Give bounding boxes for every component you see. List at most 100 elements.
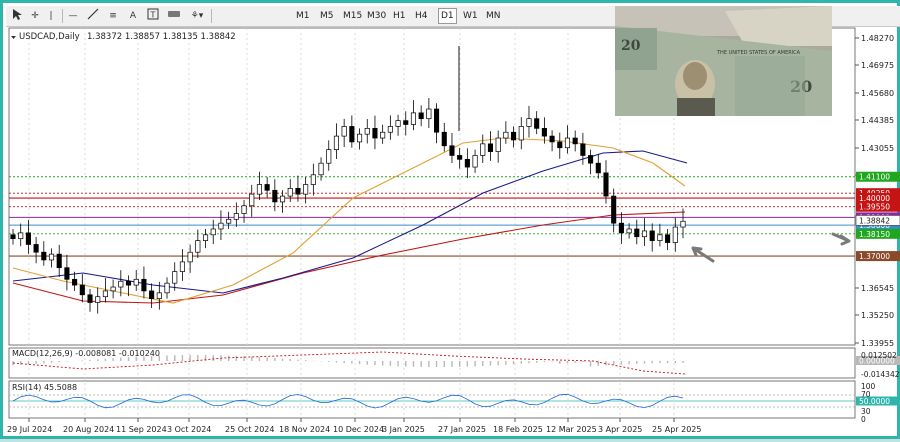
rsi-label: RSI(14) 45.5088 (12, 383, 77, 392)
candle (418, 112, 424, 120)
candle (226, 218, 232, 224)
rsi-panel (8, 380, 856, 419)
price-axis-label: 1.35250 (861, 311, 894, 320)
candle (572, 137, 578, 145)
candle (580, 143, 586, 156)
candle (518, 126, 524, 141)
candle (611, 195, 617, 224)
candle (634, 228, 640, 238)
candle (249, 193, 255, 207)
candle (657, 234, 663, 241)
candle (33, 244, 39, 253)
candle (110, 286, 116, 292)
candle (665, 234, 671, 243)
candle (349, 126, 355, 143)
candle (218, 222, 224, 230)
level-tag-label: 1.38150 (859, 230, 890, 239)
photo-bill-denomination: 20 (621, 38, 641, 54)
candle (641, 230, 648, 238)
candle (118, 280, 124, 288)
time-axis-label: 3 Oct 2024 (167, 425, 211, 434)
candle (279, 195, 286, 203)
time-axis-label: 18 Nov 2024 (279, 425, 330, 434)
candle (480, 143, 486, 156)
currency-photo: 20 20 THE UNITED STATES OF AMERICA (615, 6, 832, 116)
candle (156, 292, 162, 299)
candle (618, 222, 624, 234)
candle (25, 232, 31, 245)
candle (72, 278, 78, 286)
candle (564, 137, 571, 149)
candle (595, 162, 601, 174)
candle (434, 108, 440, 133)
candle (511, 131, 517, 141)
candle (256, 184, 262, 195)
candle (303, 184, 309, 195)
candle (133, 278, 139, 286)
candle (87, 294, 93, 303)
symbol-label: USDCAD,Daily (19, 32, 80, 42)
candle (310, 174, 316, 185)
candle (210, 228, 216, 236)
candle (179, 261, 185, 272)
price-axis-label: 1.43055 (861, 144, 894, 153)
candle (172, 271, 178, 284)
candle (672, 226, 678, 243)
candle (626, 228, 632, 234)
time-axis-label: 20 Aug 2024 (63, 425, 114, 434)
time-axis-label: 12 Mar 2025 (546, 425, 597, 434)
candle (326, 149, 332, 164)
macd-label: MACD(12,26,9) -0.008081 -0.010240 (12, 349, 160, 358)
candle (503, 131, 509, 139)
candle (426, 108, 432, 120)
candle (241, 205, 247, 214)
candle (187, 251, 193, 263)
time-axis-label: 18 Feb 2025 (493, 425, 543, 434)
time-axis-label: 10 Dec 2024 (333, 425, 384, 434)
candle (472, 155, 478, 168)
candle (195, 240, 201, 253)
level-tag-label: 1.41100 (859, 173, 890, 182)
candle (10, 234, 16, 240)
candle (449, 145, 455, 156)
time-axis-label: 25 Apr 2025 (652, 425, 701, 434)
chart-window: ✛ | — ≡ A T ⚘▾ M1 M5 M15 M30 H1 H4 D1 W1 MN 1.48… (0, 0, 900, 439)
candle (264, 184, 270, 191)
time-axis-label: 27 Jan 2025 (438, 425, 486, 434)
price-axis-label: 1.33955 (861, 339, 894, 348)
price-axis-label: 1.44385 (861, 116, 894, 125)
candle (588, 155, 594, 164)
macd-axis-bottom: -0.014342 (861, 370, 900, 379)
level-tag-label: 1.37000 (859, 252, 890, 261)
candle (549, 135, 555, 143)
candle (95, 296, 101, 303)
candle (333, 135, 339, 151)
candle (233, 213, 239, 220)
candle (649, 230, 655, 241)
candle (149, 290, 155, 299)
candle (202, 234, 209, 241)
candle (495, 137, 501, 152)
candle (526, 118, 532, 127)
candle (18, 232, 24, 240)
price-axis-label: 1.36545 (861, 284, 894, 293)
candle (287, 188, 293, 197)
candle (341, 126, 347, 137)
candle (372, 128, 378, 139)
price-axis-label: 1.45680 (861, 89, 894, 98)
candle (541, 128, 547, 137)
candle (56, 253, 62, 269)
candle (272, 189, 278, 203)
rsi-axis-70: 70 (861, 390, 871, 399)
candle (318, 162, 324, 176)
candle (141, 278, 147, 292)
candle (164, 282, 170, 294)
candle (357, 133, 363, 143)
time-axis-label: 25 Oct 2024 (225, 425, 274, 434)
candle (48, 253, 55, 261)
price-axis-label: 1.48270 (861, 34, 894, 43)
ohlc-values: 1.38372 1.38857 1.38135 1.38842 (87, 32, 236, 42)
candle (403, 120, 409, 125)
candle (41, 251, 47, 261)
svg-text:THE UNITED STATES OF AMERICA: THE UNITED STATES OF AMERICA (716, 50, 801, 56)
